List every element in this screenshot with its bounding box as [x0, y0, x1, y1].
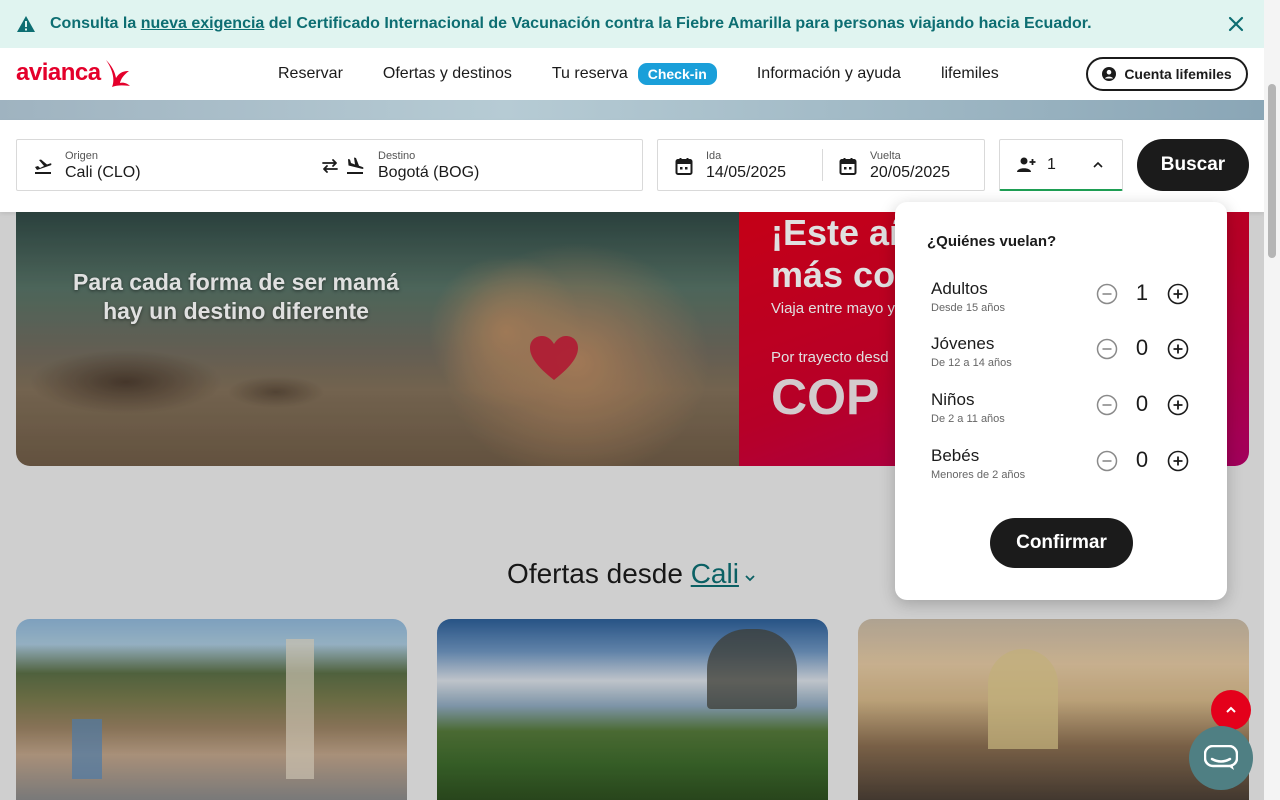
alert-message: Consulta la nueva exigencia del Certific… — [50, 15, 1092, 32]
destination-field[interactable]: Destino Bogotá (BOG) — [343, 140, 643, 190]
nav-ofertas-destinos[interactable]: Ofertas y destinos — [383, 65, 512, 83]
offer-card-guatape[interactable] — [437, 619, 828, 800]
origin-field[interactable]: Origen Cali (CLO) — [17, 140, 317, 190]
add-person-icon — [1017, 157, 1036, 172]
avianca-bird-logo — [105, 60, 130, 87]
passenger-count: 0 — [1135, 391, 1149, 416]
passenger-type: Niños — [931, 390, 975, 409]
return-value: 20/05/2025 — [870, 164, 951, 181]
account-button[interactable]: Cuenta lifemiles — [1086, 57, 1248, 91]
takeoff-icon — [35, 159, 52, 174]
offer-card-cartagena[interactable] — [858, 619, 1249, 800]
passenger-age-range: De 2 a 11 años — [931, 413, 1005, 425]
chevron-down-icon[interactable] — [743, 571, 757, 585]
promo-price: COP — [771, 369, 880, 425]
passenger-row-ninos: Niños De 2 a 11 años 0 — [931, 390, 1201, 434]
nav-tu-reserva[interactable]: Tu reserva — [552, 65, 628, 83]
minus-circle-icon[interactable] — [1096, 394, 1118, 416]
arrow-up-icon — [1226, 706, 1236, 713]
hero-tagline: Para cada forma de ser mamá hay un desti… — [72, 269, 399, 324]
chat-icon — [1204, 745, 1238, 770]
return-date-field[interactable]: Vuelta 20/05/2025 — [823, 140, 985, 190]
card-image-building — [72, 719, 102, 779]
passenger-type: Bebés — [931, 446, 980, 465]
nav-lifemiles[interactable]: lifemiles — [941, 65, 999, 83]
alert-banner: Consulta la nueva exigencia del Certific… — [0, 0, 1264, 48]
passengers-selector[interactable]: 1 — [999, 139, 1123, 191]
search-button[interactable]: Buscar — [1137, 139, 1249, 191]
nav-reservar[interactable]: Reservar — [278, 65, 343, 83]
origin-label: Origen — [65, 150, 99, 162]
minus-circle-icon[interactable] — [1096, 338, 1118, 360]
passenger-count: 0 — [1135, 447, 1149, 472]
passenger-age-range: De 12 a 14 años — [931, 357, 1012, 369]
promo-from-label: Por trayecto desd — [771, 349, 889, 366]
origin-value: Cali (CLO) — [65, 164, 141, 181]
card-image-rock — [707, 629, 797, 709]
plus-circle-icon[interactable] — [1167, 394, 1189, 416]
swap-icon[interactable] — [320, 156, 340, 176]
plus-circle-icon[interactable] — [1167, 283, 1189, 305]
nav-informacion-ayuda[interactable]: Información y ayuda — [757, 65, 901, 83]
offer-card-bogota[interactable] — [16, 619, 407, 800]
card-image-dome — [988, 649, 1058, 749]
avianca-logo[interactable]: avianca — [16, 58, 131, 88]
departure-value: 14/05/2025 — [706, 164, 787, 181]
heart-icon — [530, 336, 578, 380]
search-panel: Origen Cali (CLO) Destino Bogotá (BOG) I… — [0, 120, 1264, 212]
account-label: Cuenta lifemiles — [1124, 66, 1232, 82]
offers-city-selector[interactable]: Cali — [691, 558, 739, 589]
return-label: Vuelta — [870, 150, 901, 162]
date-fields: Ida 14/05/2025 Vuelta 20/05/2025 — [657, 139, 985, 191]
minus-circle-icon[interactable] — [1096, 450, 1118, 472]
passenger-age-range: Desde 15 años — [931, 302, 1005, 314]
passenger-row-jovenes: Jóvenes De 12 a 14 años 0 — [931, 334, 1201, 378]
chevron-up-icon — [1093, 161, 1103, 168]
scroll-top-button[interactable] — [1211, 690, 1251, 730]
close-icon[interactable] — [1226, 14, 1246, 34]
calendar-icon — [675, 158, 693, 175]
passenger-count: 0 — [1135, 335, 1149, 360]
calendar-icon — [839, 158, 857, 175]
passenger-type: Jóvenes — [931, 334, 995, 353]
offers-heading-text: Ofertas desde — [507, 558, 691, 589]
passengers-count: 1 — [1047, 156, 1056, 173]
card-image-building — [286, 639, 314, 779]
passengers-title: ¿Quiénes vuelan? — [927, 233, 1057, 250]
passenger-type: Adultos — [931, 279, 988, 298]
hero-photo-overlay — [16, 212, 739, 466]
confirm-button[interactable]: Confirmar — [990, 518, 1133, 568]
plus-circle-icon[interactable] — [1167, 338, 1189, 360]
passenger-row-adultos: Adultos Desde 15 años 1 — [931, 279, 1201, 323]
destination-value: Bogotá (BOG) — [378, 164, 480, 181]
nav-links: Reservar Ofertas y destinos Tu reserva C… — [278, 48, 1039, 100]
minus-circle-icon[interactable] — [1096, 283, 1118, 305]
passenger-count: 1 — [1135, 280, 1149, 305]
departure-date-field[interactable]: Ida 14/05/2025 — [658, 140, 822, 190]
top-navigation: avianca Reservar Ofertas y destinos Tu r… — [0, 48, 1264, 100]
scrollbar-thumb[interactable] — [1268, 84, 1276, 258]
scrollbar[interactable] — [1264, 0, 1280, 800]
departure-label: Ida — [706, 150, 722, 162]
plus-circle-icon[interactable] — [1167, 450, 1189, 472]
passenger-age-range: Menores de 2 años — [931, 469, 1026, 481]
chat-button[interactable] — [1189, 726, 1253, 790]
destination-label: Destino — [378, 150, 416, 162]
alert-link[interactable]: nueva exigencia — [141, 15, 265, 32]
passengers-dropdown: ¿Quiénes vuelan? Adultos Desde 15 años 1… — [895, 202, 1227, 600]
user-circle-icon — [1102, 67, 1117, 81]
hero-top-strip — [0, 100, 1264, 120]
checkin-badge[interactable]: Check-in — [637, 63, 717, 85]
route-fields: Origen Cali (CLO) Destino Bogotá (BOG) — [16, 139, 643, 191]
landing-icon — [347, 157, 364, 174]
warning-icon — [17, 16, 35, 32]
promo-subtitle: Viaja entre mayo y — [771, 300, 895, 317]
passenger-row-bebes: Bebés Menores de 2 años 0 — [931, 446, 1201, 490]
logo-text: avianca — [16, 59, 101, 86]
